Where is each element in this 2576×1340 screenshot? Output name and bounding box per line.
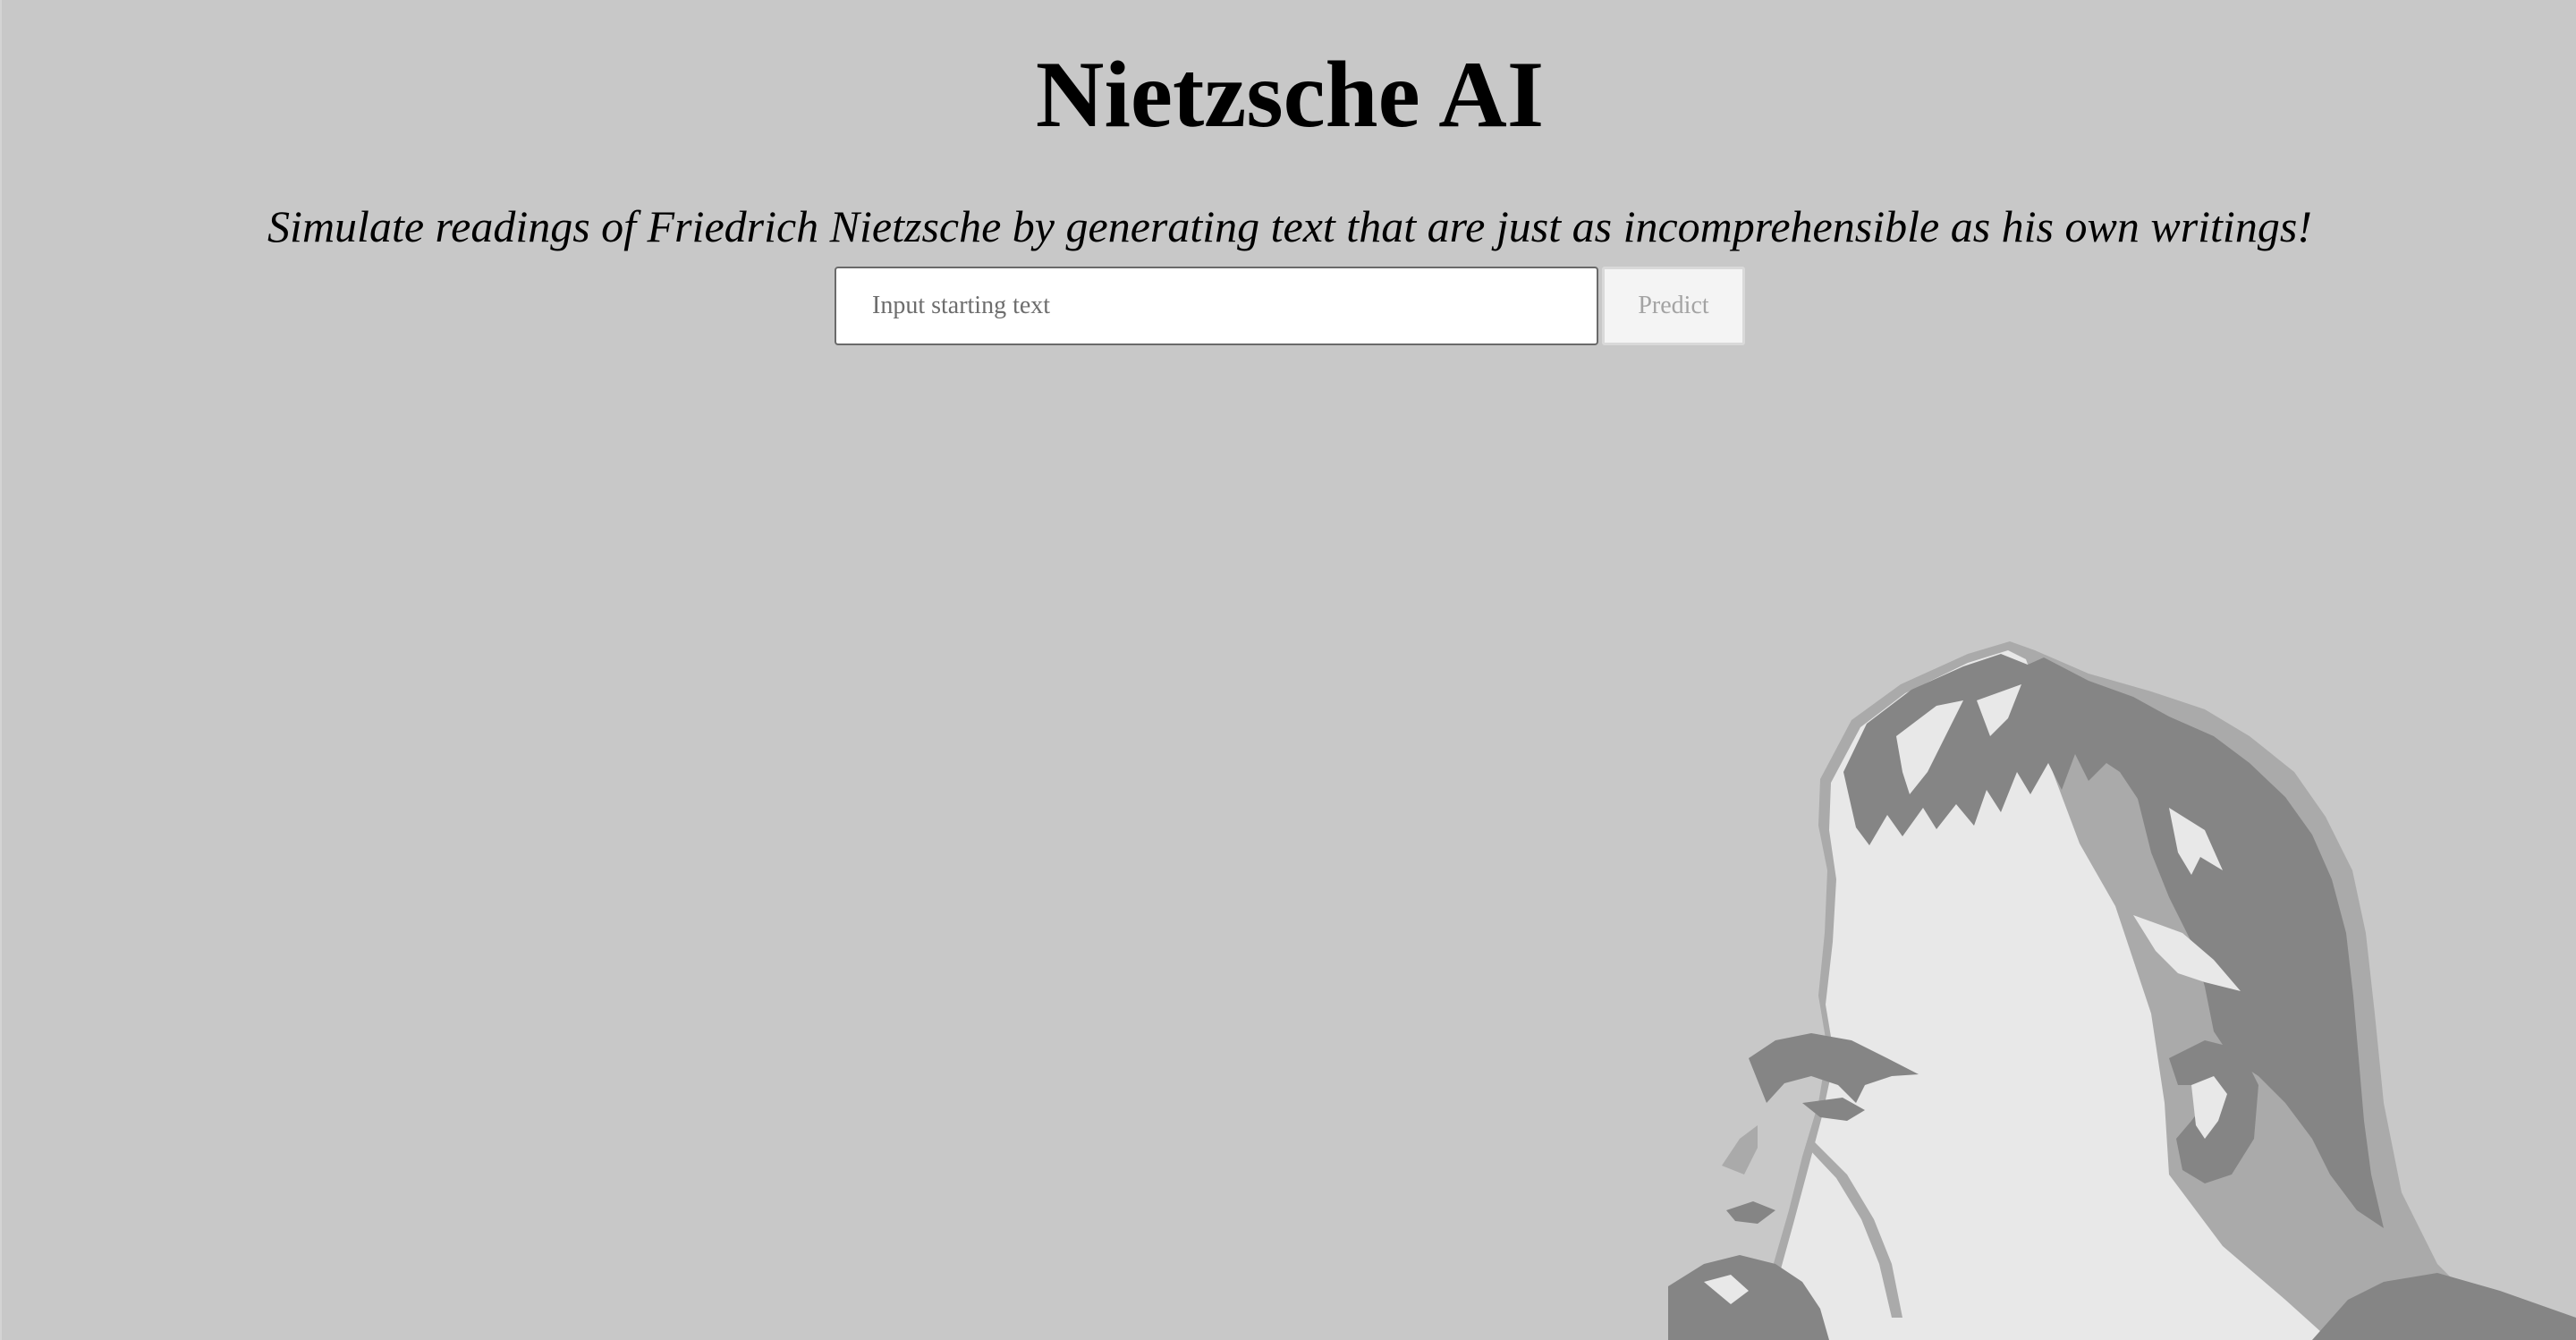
prediction-form: Predict bbox=[835, 267, 1745, 345]
page-subtitle: Simulate readings of Friedrich Nietzsche… bbox=[267, 201, 2312, 251]
nietzsche-portrait-image bbox=[1668, 641, 2576, 1340]
page-title: Nietzsche AI bbox=[1035, 42, 1545, 147]
page: Nietzsche AI Simulate readings of Friedr… bbox=[0, 0, 2576, 1340]
starting-text-input[interactable] bbox=[835, 267, 1598, 345]
predict-button[interactable]: Predict bbox=[1602, 267, 1745, 345]
